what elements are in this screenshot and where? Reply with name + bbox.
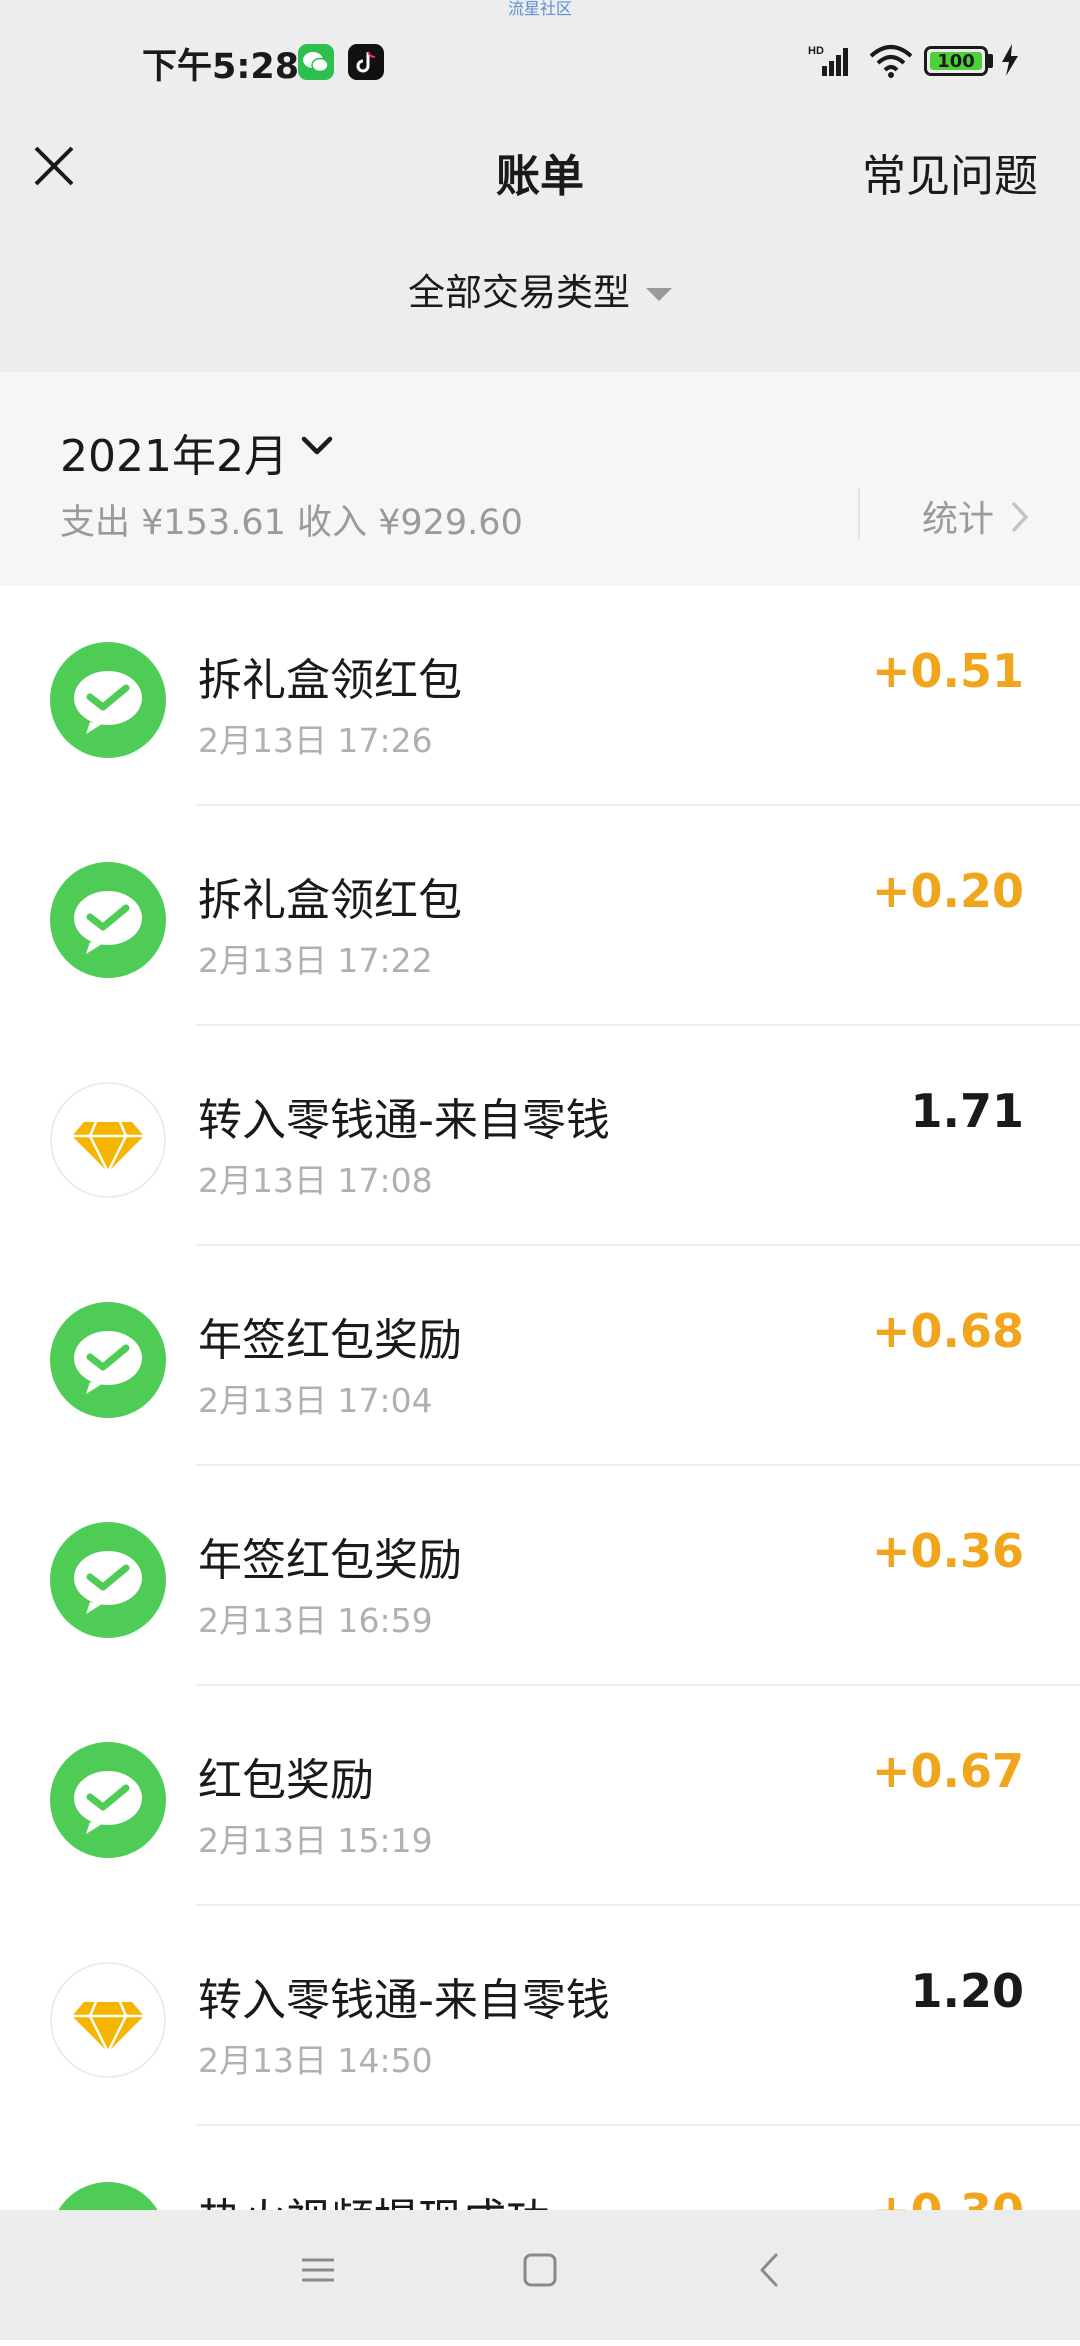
transaction-amount: +0.51 <box>871 644 1024 698</box>
system-navigation-bar <box>0 2210 1080 2340</box>
charging-icon <box>998 42 1022 82</box>
menu-icon <box>302 2258 334 2282</box>
stats-link[interactable]: 统计 <box>922 490 994 542</box>
month-selector[interactable]: 2021年2月 <box>60 420 288 484</box>
transaction-time: 2月13日 17:22 <box>198 941 433 980</box>
transaction-time: 2月13日 16:59 <box>198 1601 433 1640</box>
transaction-title: 拆礼盒领红包 <box>198 655 462 706</box>
filter-label: 全部交易类型 <box>408 271 630 314</box>
transaction-item[interactable]: 转入零钱通-来自零钱 2月13日 17:08 1.71 <box>0 1026 1080 1246</box>
transaction-amount: 1.20 <box>910 1964 1025 2018</box>
month-summary-header: 2021年2月 支出 ¥153.61 收入 ¥929.60 统计 <box>0 372 1080 586</box>
wechat-pay-icon <box>50 1302 166 1418</box>
transaction-amount: +0.36 <box>871 1524 1024 1578</box>
chevron-down-icon[interactable] <box>300 434 334 462</box>
svg-text:HD: HD <box>808 45 824 57</box>
transaction-time: 2月13日 14:50 <box>198 2041 433 2080</box>
month-summary: 支出 ¥153.61 收入 ¥929.60 <box>60 503 523 543</box>
douyin-icon <box>348 44 384 80</box>
transaction-type-filter[interactable]: 全部交易类型 <box>0 262 1080 316</box>
transaction-amount: +0.68 <box>871 1304 1024 1358</box>
wechat-pay-icon <box>50 862 166 978</box>
transaction-title: 红包奖励 <box>198 1755 374 1806</box>
transaction-time: 2月13日 17:04 <box>198 1381 433 1420</box>
back-button[interactable] <box>752 2252 788 2292</box>
transaction-amount: +0.67 <box>871 1744 1024 1798</box>
transaction-amount: +0.20 <box>871 864 1024 918</box>
wechat-pay-icon <box>50 642 166 758</box>
transaction-item[interactable]: 年签红包奖励 2月13日 16:59 +0.36 <box>0 1466 1080 1686</box>
home-button[interactable] <box>522 2252 558 2292</box>
wechat-pay-icon <box>50 1522 166 1638</box>
wifi-icon <box>868 44 914 82</box>
wechat-icon <box>298 44 334 80</box>
transaction-title: 转入零钱通-来自零钱 <box>198 1975 610 2026</box>
transaction-title: 转入零钱通-来自零钱 <box>198 1095 610 1146</box>
wechat-pay-icon <box>50 1742 166 1858</box>
diamond-icon <box>50 1082 166 1198</box>
cellular-signal-icon: HD <box>808 44 852 82</box>
battery-cap <box>988 54 993 68</box>
caret-down-icon <box>646 288 672 301</box>
home-icon <box>523 2253 557 2287</box>
back-icon <box>760 2253 778 2287</box>
status-time: 下午5:28 <box>142 47 300 87</box>
transaction-title: 年签红包奖励 <box>198 1535 462 1586</box>
transaction-title: 拆礼盒领红包 <box>198 875 462 926</box>
battery-icon: 100 <box>924 46 988 76</box>
battery-level: 100 <box>930 51 982 72</box>
navigation-bar: 账单 常见问题 <box>0 120 1080 230</box>
transaction-time: 2月13日 17:08 <box>198 1161 433 1200</box>
status-bar: 下午5:28 HD 100 <box>0 0 1080 120</box>
transaction-item[interactable]: 拆礼盒领红包 2月13日 17:22 +0.20 <box>0 806 1080 1026</box>
transaction-item[interactable]: 转入零钱通-来自零钱 2月13日 14:50 1.20 <box>0 1906 1080 2126</box>
transaction-time: 2月13日 15:19 <box>198 1821 433 1860</box>
transaction-item[interactable]: 年签红包奖励 2月13日 17:04 +0.68 <box>0 1246 1080 1466</box>
divider <box>858 487 860 539</box>
transaction-item[interactable]: 红包奖励 2月13日 15:19 +0.67 <box>0 1686 1080 1906</box>
faq-button[interactable]: 常见问题 <box>862 140 1038 204</box>
transaction-amount: 1.71 <box>910 1084 1025 1138</box>
transaction-time: 2月13日 17:26 <box>198 721 433 760</box>
diamond-icon <box>50 1962 166 2078</box>
transaction-item[interactable]: 拆礼盒领红包 2月13日 17:26 +0.51 <box>0 586 1080 806</box>
chevron-right-icon[interactable] <box>1010 500 1030 538</box>
transaction-list: 拆礼盒领红包 2月13日 17:26 +0.51 拆礼盒领红包 2月13日 17… <box>0 586 1080 2346</box>
transaction-title: 年签红包奖励 <box>198 1315 462 1366</box>
menu-button[interactable] <box>300 2252 336 2292</box>
